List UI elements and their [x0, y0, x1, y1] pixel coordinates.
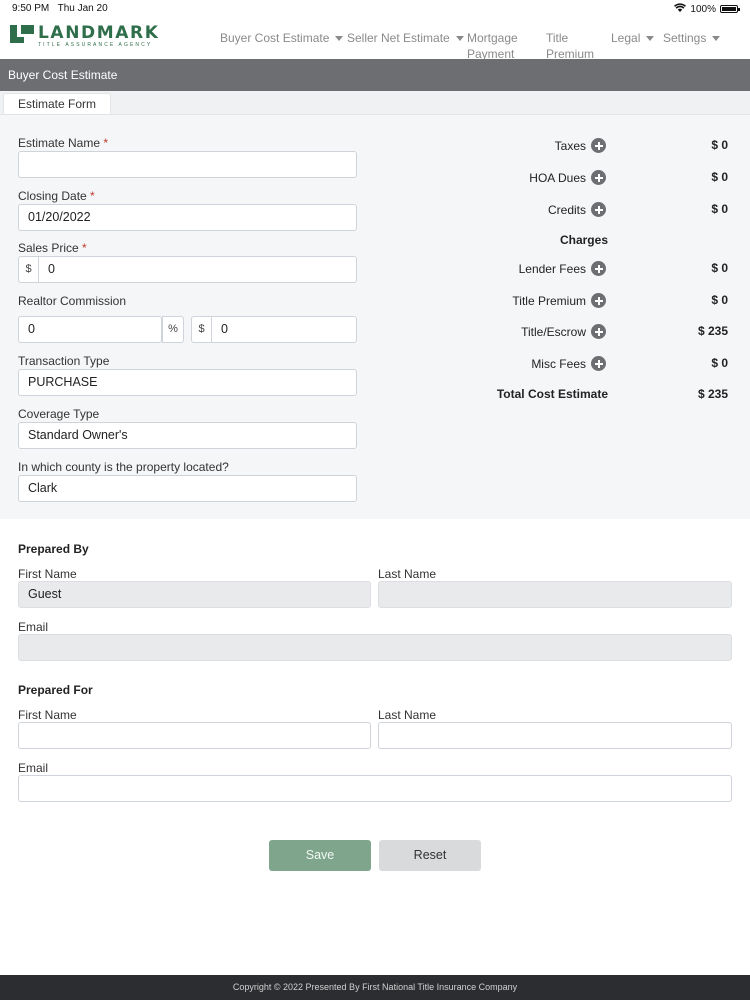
commission-amount-input[interactable]: 0	[211, 316, 357, 343]
commission-percent-input[interactable]: 0	[18, 316, 162, 343]
title-escrow-value: $ 235	[697, 324, 728, 338]
prepared-for-last-name-label: Last Name	[378, 708, 437, 722]
add-misc-fees-plus-icon[interactable]	[591, 356, 606, 371]
taxes-label: Taxes	[554, 139, 586, 153]
top-navbar: LANDMARK TITLE ASSURANCE AGENCY Buyer Co…	[0, 18, 750, 62]
brand-logo[interactable]: LANDMARK TITLE ASSURANCE AGENCY	[10, 25, 159, 48]
closing-date-label: Closing Date *	[18, 189, 95, 203]
nav-settings[interactable]: Settings	[663, 30, 721, 46]
prepared-for-first-name-label: First Name	[18, 708, 77, 722]
brand-tagline: TITLE ASSURANCE AGENCY	[38, 42, 153, 48]
chevron-down-icon	[455, 36, 464, 42]
county-label: In which county is the property located?	[18, 460, 229, 474]
sales-price-label: Sales Price *	[18, 241, 87, 255]
nav-legal[interactable]: Legal	[611, 30, 655, 46]
charges-heading: Charges	[559, 233, 608, 247]
tab-estimate-form[interactable]: Estimate Form	[3, 93, 112, 114]
county-select[interactable]: Clark	[18, 475, 357, 502]
nav-buyer-cost-estimate[interactable]: Buyer Cost Estimate	[220, 30, 344, 46]
nav-seller-net-estimate[interactable]: Seller Net Estimate	[347, 30, 464, 46]
chevron-down-icon	[712, 36, 721, 42]
chevron-down-icon	[335, 36, 344, 42]
add-title-premium-plus-icon[interactable]	[591, 293, 606, 308]
status-right: 100%	[674, 3, 740, 15]
taxes-value: $ 0	[711, 138, 728, 152]
add-credits-plus-icon[interactable]	[591, 202, 606, 217]
transaction-type-label: Transaction Type	[18, 354, 110, 368]
prepared-by-email-input[interactable]	[18, 634, 732, 661]
add-hoa-dues-plus-icon[interactable]	[591, 170, 606, 185]
realtor-commission-label: Realtor Commission	[18, 294, 127, 308]
title-premium-value: $ 0	[711, 293, 728, 307]
sales-price-input[interactable]: 0	[38, 256, 357, 283]
credits-value: $ 0	[711, 202, 728, 216]
brand-name: LANDMARK	[38, 23, 160, 43]
reset-button[interactable]: Reset	[379, 840, 481, 871]
prepared-for-email-input[interactable]	[18, 775, 732, 802]
prepared-for-last-name-input[interactable]	[378, 722, 732, 749]
prepared-for-heading: Prepared For	[18, 683, 93, 697]
estimate-form-section: Estimate Name * Closing Date * 01/20/202…	[0, 115, 750, 519]
commission-currency-addon: $	[191, 316, 212, 343]
logo-mark-icon	[10, 25, 35, 43]
prepared-by-last-name-label: Last Name	[378, 567, 437, 581]
misc-fees-label: Misc Fees	[531, 357, 586, 371]
prepared-by-last-name-input[interactable]	[378, 581, 732, 608]
percent-addon: %	[162, 316, 184, 343]
nav-mortgage-payment[interactable]: Mortgage Payment	[467, 30, 518, 62]
lender-fees-value: $ 0	[711, 261, 728, 275]
coverage-type-select[interactable]: Standard Owner's	[18, 422, 357, 449]
title-escrow-label: Title/Escrow	[521, 325, 586, 339]
prepared-by-email-label: Email	[18, 620, 49, 634]
misc-fees-value: $ 0	[711, 356, 728, 370]
status-time: 9:50 PM Thu Jan 20	[12, 3, 108, 14]
credits-label: Credits	[547, 203, 586, 217]
total-cost-estimate-value: $ 235	[697, 387, 728, 401]
prepared-by-first-name-input[interactable]: Guest	[18, 581, 371, 608]
hoa-dues-label: HOA Dues	[529, 171, 586, 185]
sales-price-currency-addon: $	[18, 256, 39, 283]
hoa-dues-value: $ 0	[711, 170, 728, 184]
estimate-name-input[interactable]	[18, 151, 357, 178]
page-title: Buyer Cost Estimate	[0, 59, 750, 91]
save-button[interactable]: Save	[269, 840, 371, 871]
title-premium-label: Title Premium	[512, 294, 586, 308]
add-title-escrow-plus-icon[interactable]	[591, 324, 606, 339]
lender-fees-label: Lender Fees	[518, 262, 586, 276]
add-lender-fees-plus-icon[interactable]	[591, 261, 606, 276]
nav-title-premium[interactable]: Title Premium	[546, 30, 594, 62]
add-taxes-plus-icon[interactable]	[591, 138, 606, 153]
total-cost-estimate-label: Total Cost Estimate	[496, 387, 608, 401]
prepared-by-heading: Prepared By	[18, 542, 89, 556]
prepared-for-first-name-input[interactable]	[18, 722, 371, 749]
estimate-name-label: Estimate Name *	[18, 136, 109, 150]
prepared-by-first-name-label: First Name	[18, 567, 77, 581]
tab-bar: Estimate Form	[0, 91, 750, 115]
battery-percent: 100%	[690, 3, 716, 15]
transaction-type-select[interactable]: PURCHASE	[18, 369, 357, 396]
prepared-for-email-label: Email	[18, 761, 49, 775]
battery-icon	[720, 5, 740, 13]
footer-copyright: Copyright © 2022 Presented By First Nati…	[0, 975, 750, 1000]
closing-date-input[interactable]: 01/20/2022	[18, 204, 357, 231]
coverage-type-label: Coverage Type	[18, 407, 100, 421]
status-bar: 9:50 PM Thu Jan 20 100%	[0, 0, 750, 18]
wifi-icon	[674, 3, 687, 15]
chevron-down-icon	[646, 36, 655, 42]
